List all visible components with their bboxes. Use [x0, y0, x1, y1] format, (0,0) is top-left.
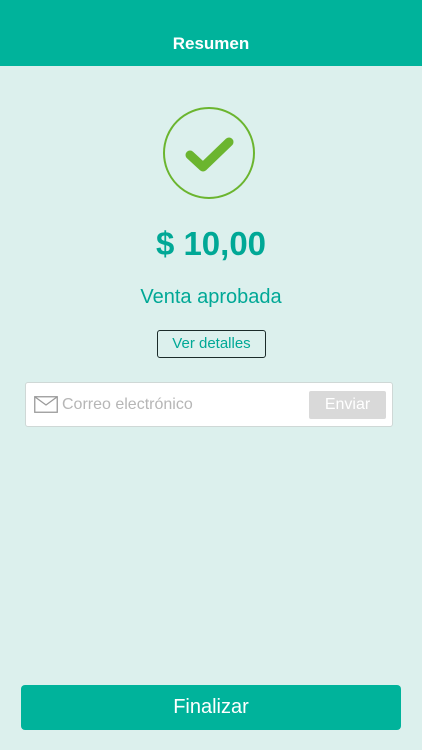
- top-header: Resumen: [0, 0, 422, 66]
- check-circle-icon: [163, 107, 255, 199]
- sale-amount: $ 10,00: [155, 225, 267, 262]
- check-mark-icon: [185, 137, 234, 172]
- page-title: Resumen: [172, 34, 250, 53]
- email-row: Enviar: [25, 382, 393, 427]
- send-button[interactable]: Enviar: [309, 391, 386, 419]
- finish-button[interactable]: Finalizar: [21, 685, 401, 730]
- sale-status: Venta aprobada: [140, 286, 282, 308]
- email-input[interactable]: [62, 392, 292, 418]
- envelope-icon: [34, 396, 58, 413]
- view-details-button[interactable]: Ver detalles: [157, 330, 266, 358]
